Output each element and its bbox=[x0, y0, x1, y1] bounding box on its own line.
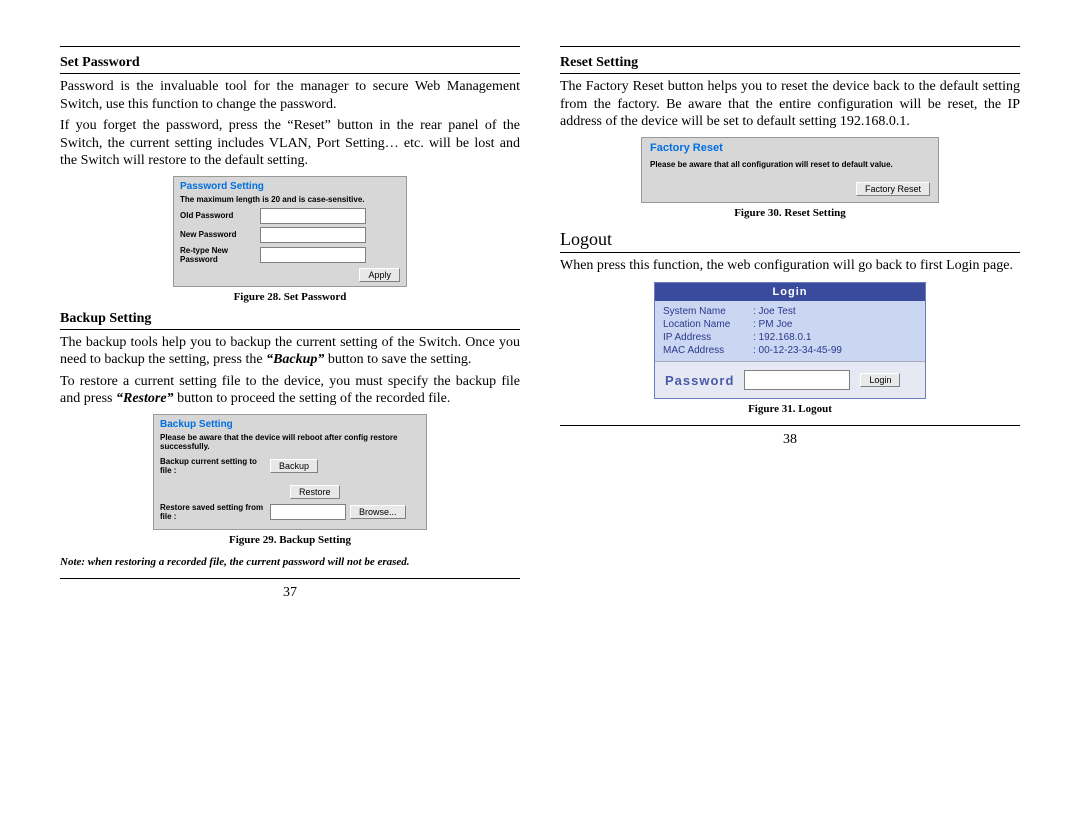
fig28-old-password-input[interactable] bbox=[260, 208, 366, 224]
fig28-old-password-label: Old Password bbox=[180, 211, 260, 220]
reset-para-1: The Factory Reset button helps you to re… bbox=[560, 78, 1020, 131]
fig31-header: Login bbox=[655, 283, 925, 301]
fig31-mac-key: MAC Address bbox=[663, 344, 753, 357]
fig29-restore-label: Restore saved setting from file : bbox=[160, 503, 270, 521]
figure-30-caption: Figure 30. Reset Setting bbox=[560, 207, 1020, 219]
heading-logout: Logout bbox=[560, 229, 1020, 253]
set-password-para-2: If you forget the password, press the “R… bbox=[60, 117, 520, 170]
logout-para-1: When press this function, the web config… bbox=[560, 257, 1020, 275]
fig28-new-password-label: New Password bbox=[180, 230, 260, 239]
fig31-mac-val: : 00-12-23-34-45-99 bbox=[753, 344, 842, 357]
fig29-title: Backup Setting bbox=[160, 419, 420, 430]
top-rule bbox=[560, 46, 1020, 47]
fig30-message: Please be aware that all configuration w… bbox=[650, 160, 930, 169]
fig31-location-val: : PM Joe bbox=[753, 318, 792, 331]
fig31-password-input[interactable] bbox=[744, 370, 850, 390]
fig29-backup-label: Backup current setting to file : bbox=[160, 457, 270, 475]
fig31-system-name-key: System Name bbox=[663, 305, 753, 318]
fig30-title: Factory Reset bbox=[650, 142, 930, 154]
fig29-browse-button[interactable]: Browse... bbox=[350, 505, 406, 519]
fig31-ip-val: : 192.168.0.1 bbox=[753, 331, 811, 344]
fig31-login-button[interactable]: Login bbox=[860, 373, 900, 387]
fig28-apply-button[interactable]: Apply bbox=[359, 268, 400, 282]
fig29-restore-file-input[interactable] bbox=[270, 504, 346, 520]
figure-29-panel: Backup Setting Please be aware that the … bbox=[153, 414, 427, 530]
figure-28-panel: Password Setting The maximum length is 2… bbox=[173, 176, 407, 287]
fig30-factory-reset-button[interactable]: Factory Reset bbox=[856, 182, 930, 196]
top-rule bbox=[60, 46, 520, 47]
heading-reset-setting: Reset Setting bbox=[560, 55, 1020, 74]
fig28-subtitle: The maximum length is 20 and is case-sen… bbox=[180, 195, 400, 204]
fig31-ip-key: IP Address bbox=[663, 331, 753, 344]
fig29-restore-button[interactable]: Restore bbox=[290, 485, 340, 499]
fig31-password-label: Password bbox=[665, 373, 734, 388]
page-37: Set Password Password is the invaluable … bbox=[60, 40, 520, 601]
fig28-title: Password Setting bbox=[180, 181, 400, 192]
fig29-backup-button[interactable]: Backup bbox=[270, 459, 318, 473]
page-38: Reset Setting The Factory Reset button h… bbox=[560, 40, 1020, 601]
fig29-subtitle: Please be aware that the device will reb… bbox=[160, 433, 420, 451]
figure-31-caption: Figure 31. Logout bbox=[560, 403, 1020, 415]
heading-set-password: Set Password bbox=[60, 55, 520, 74]
fig28-retype-password-label: Re-type New Password bbox=[180, 246, 260, 264]
fig31-system-name-val: : Joe Test bbox=[753, 305, 796, 318]
figure-28-caption: Figure 28. Set Password bbox=[60, 291, 520, 303]
restore-note: Note: when restoring a recorded file, th… bbox=[60, 556, 520, 568]
page-number-38: 38 bbox=[560, 432, 1020, 448]
fig31-location-key: Location Name bbox=[663, 318, 753, 331]
bottom-rule bbox=[560, 425, 1020, 426]
set-password-para-1: Password is the invaluable tool for the … bbox=[60, 78, 520, 113]
fig31-info: System Name: Joe Test Location Name: PM … bbox=[655, 301, 925, 362]
figure-29-caption: Figure 29. Backup Setting bbox=[60, 534, 520, 546]
fig28-new-password-input[interactable] bbox=[260, 227, 366, 243]
heading-backup-setting: Backup Setting bbox=[60, 311, 520, 330]
figure-31-panel: Login System Name: Joe Test Location Nam… bbox=[654, 282, 926, 399]
fig28-retype-password-input[interactable] bbox=[260, 247, 366, 263]
backup-para-1: The backup tools help you to backup the … bbox=[60, 334, 520, 369]
bottom-rule bbox=[60, 578, 520, 579]
backup-para-2: To restore a current setting file to the… bbox=[60, 373, 520, 408]
figure-30-panel: Factory Reset Please be aware that all c… bbox=[641, 137, 939, 203]
page-number-37: 37 bbox=[60, 585, 520, 601]
